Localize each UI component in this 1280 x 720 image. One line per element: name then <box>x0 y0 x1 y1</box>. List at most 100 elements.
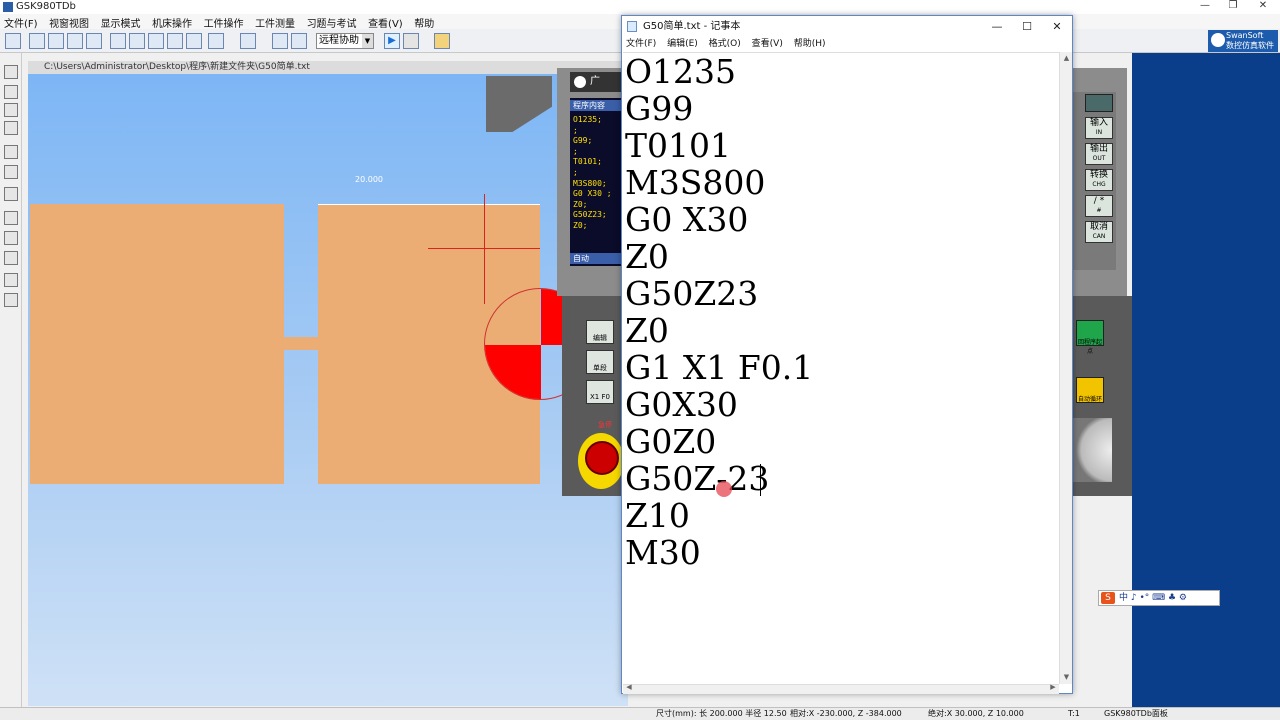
chevron-down-icon: ▼ <box>362 34 373 48</box>
toolbar-dropdown-icon[interactable] <box>240 33 256 49</box>
key-output[interactable]: 输出 OUT <box>1085 143 1113 165</box>
text-line: Z10 <box>625 496 690 535</box>
toolbar-layout-icon[interactable] <box>5 33 21 49</box>
toolbar-tool-icon[interactable] <box>148 33 164 49</box>
key-cancel[interactable]: 取消 CAN <box>1085 221 1113 243</box>
notepad-menu-edit[interactable]: 编辑(E) <box>663 37 702 51</box>
notepad-horizontal-scrollbar[interactable]: ◀ ▶ <box>623 683 1059 694</box>
scroll-left-icon[interactable]: ◀ <box>623 683 635 691</box>
scroll-right-icon[interactable]: ▶ <box>1047 683 1059 691</box>
sogou-logo-icon: S <box>1101 592 1115 604</box>
auto-cycle-button[interactable]: 自动循环 <box>1076 377 1104 403</box>
machining-viewport[interactable]: 20.000 <box>28 74 628 706</box>
toolbar-rotate-icon[interactable] <box>67 33 83 49</box>
text-line: M3S800 <box>625 163 766 202</box>
text-line: Z0 <box>625 311 669 350</box>
workpiece-groove <box>284 337 318 350</box>
notepad-menu-view[interactable]: 查看(V) <box>748 37 787 51</box>
notepad-maximize-button[interactable]: ☐ <box>1012 16 1042 37</box>
status-absolute: 绝对:X 30.000, Z 10.000 <box>928 709 1024 718</box>
remote-assist-value: 远程协助 <box>319 35 359 46</box>
remote-assist-combo[interactable]: 远程协助 ▼ <box>316 33 374 49</box>
crosshair-vertical <box>484 194 485 304</box>
scroll-down-icon[interactable]: ▼ <box>1060 671 1073 684</box>
text-line: Z0 <box>625 237 669 276</box>
notepad-title-bar: G50简单.txt - 记事本 — ☐ ✕ <box>622 16 1072 37</box>
status-relative: 相对:X -230.000, Z -384.000 <box>790 709 902 718</box>
swansoft-brand: SwanSoft 数控仿真软件 <box>1208 30 1278 52</box>
text-line: G0X30 <box>625 385 738 424</box>
toolbar-measure-icon[interactable] <box>167 33 183 49</box>
cube-tool-icon[interactable] <box>4 211 18 225</box>
notepad-menu-format[interactable]: 格式(O) <box>705 37 745 51</box>
text-line: G1 X1 F0.1 <box>625 348 814 387</box>
cnc-page-icon[interactable] <box>1085 94 1113 112</box>
notepad-menu-file[interactable]: 文件(F) <box>622 37 660 51</box>
desktop-background <box>1132 53 1280 707</box>
toolbar-cut-icon[interactable] <box>186 33 202 49</box>
handwheel[interactable] <box>1072 418 1112 482</box>
toolbar-axis2-icon[interactable] <box>129 33 145 49</box>
emergency-stop-button[interactable] <box>578 433 624 489</box>
toolbar-axis-icon[interactable] <box>110 33 126 49</box>
dimension-label: 20.000 <box>355 175 383 184</box>
toolbar-save-icon[interactable] <box>272 33 288 49</box>
text-line: G99 <box>625 89 694 128</box>
app-icon <box>3 2 13 12</box>
app-restore-button[interactable]: ❐ <box>1220 0 1246 14</box>
app-title-bar: GSK980TDb — ❐ ✕ <box>0 0 1280 14</box>
stop-icon[interactable] <box>403 33 419 49</box>
edit-mode-button[interactable]: 编辑 <box>586 320 614 344</box>
shield-tool-icon[interactable] <box>4 165 18 179</box>
return-start-button[interactable]: 回程序起点 <box>1076 320 1104 355</box>
notepad-vertical-scrollbar[interactable]: ▲ ▼ <box>1059 52 1072 684</box>
notepad-text-area[interactable]: O1235 G99 T0101 M3S800 G0 X30 Z0 G50Z23 … <box>623 52 1059 684</box>
app-minimize-button[interactable]: — <box>1192 0 1218 14</box>
app-close-button[interactable]: ✕ <box>1250 0 1276 14</box>
stamp-tool-icon[interactable] <box>4 145 18 159</box>
crosshair-horizontal <box>428 248 540 249</box>
estop-label: 急停 <box>598 421 612 429</box>
toolbar-book-icon[interactable] <box>434 33 450 49</box>
key-input[interactable]: 输入 IN <box>1085 117 1113 139</box>
key-change[interactable]: 转换 CHG <box>1085 169 1113 191</box>
zoom-tool-icon[interactable] <box>4 187 18 201</box>
mouse-cursor-indicator <box>716 481 732 497</box>
notepad-menubar: 文件(F) 编辑(E) 格式(O) 查看(V) 帮助(H) <box>622 37 1072 51</box>
rect-tool-icon[interactable] <box>4 65 18 79</box>
status-size: 尺寸(mm): 长 200.000 半径 12.50 <box>656 709 787 718</box>
viewport-path-bar: C:\Users\Administrator\Desktop\程序\新建文件夹\… <box>28 61 628 74</box>
text-line: O1235 <box>625 52 737 91</box>
text-line: G0Z0 <box>625 422 717 461</box>
text-caret <box>760 464 761 496</box>
sphere-tool-icon[interactable] <box>4 231 18 245</box>
ime-toolbar[interactable]: S 中 ♪ •° ⌨ ♣ ⚙ <box>1098 590 1220 606</box>
rotate-tool-icon[interactable] <box>4 293 18 307</box>
pencil-tool-icon[interactable] <box>4 103 18 117</box>
cnc-program-text: O1235; ; G99; ; T0101; ; M3S800; G0 X30 … <box>573 115 612 230</box>
toolbar-view-icon[interactable] <box>208 33 224 49</box>
status-tool: T:1 <box>1068 709 1080 718</box>
brand-line2: 数控仿真软件 <box>1226 41 1274 50</box>
flip-tool-icon[interactable] <box>4 273 18 287</box>
toolbar-select-icon[interactable] <box>86 33 102 49</box>
notepad-menu-help[interactable]: 帮助(H) <box>790 37 830 51</box>
notepad-minimize-button[interactable]: — <box>982 16 1012 37</box>
eraser-tool-icon[interactable] <box>4 85 18 99</box>
jog-rate-button[interactable]: X1 F0 <box>586 380 614 404</box>
scroll-up-icon[interactable]: ▲ <box>1060 52 1073 65</box>
workpiece-left <box>30 204 284 484</box>
panel-tool-icon[interactable] <box>4 251 18 265</box>
notepad-close-button[interactable]: ✕ <box>1042 16 1072 37</box>
single-block-button[interactable]: 单段 <box>586 350 614 374</box>
notepad-window: G50简单.txt - 记事本 — ☐ ✕ 文件(F) 编辑(E) 格式(O) … <box>621 15 1073 694</box>
brush-tool-icon[interactable] <box>4 121 18 135</box>
play-icon[interactable]: ▶ <box>384 33 400 49</box>
notepad-title: G50简单.txt - 记事本 <box>643 21 741 32</box>
toolbar-edit-icon[interactable] <box>29 33 45 49</box>
key-slash[interactable]: / * # <box>1085 195 1113 217</box>
toolbar-zoom-icon[interactable] <box>48 33 64 49</box>
notepad-icon <box>627 21 637 32</box>
left-toolbar <box>0 53 22 720</box>
toolbar-export-icon[interactable] <box>291 33 307 49</box>
